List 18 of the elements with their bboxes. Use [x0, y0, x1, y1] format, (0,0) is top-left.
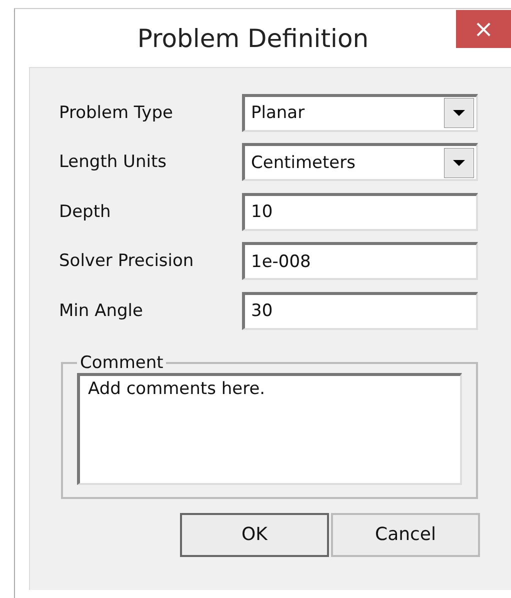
input-field[interactable]: 30: [242, 292, 478, 330]
dropdown-field[interactable]: Centimeters: [242, 143, 478, 182]
dropdown-arrow-icon[interactable]: [444, 148, 474, 178]
dropdown-field[interactable]: Planar: [242, 94, 478, 132]
field-label: Depth: [59, 202, 112, 222]
field-label: Length Units: [59, 152, 168, 172]
dialog-button[interactable]: Cancel: [331, 512, 480, 556]
field-label: Min Angle: [59, 300, 144, 321]
dialog-button[interactable]: OK: [180, 512, 329, 556]
dropdown-arrow-icon[interactable]: [444, 98, 474, 128]
field-label: Solver Precision: [59, 251, 195, 272]
close-button[interactable]: ×: [456, 10, 511, 48]
input-field[interactable]: 1e-008: [242, 242, 478, 280]
group-legend: Comment: [77, 352, 166, 372]
field-label: Problem Type: [59, 102, 174, 123]
comment-field[interactable]: Add comments here.: [77, 372, 462, 484]
input-field[interactable]: 10: [242, 192, 478, 231]
window-title: Problem Definition: [137, 24, 369, 52]
